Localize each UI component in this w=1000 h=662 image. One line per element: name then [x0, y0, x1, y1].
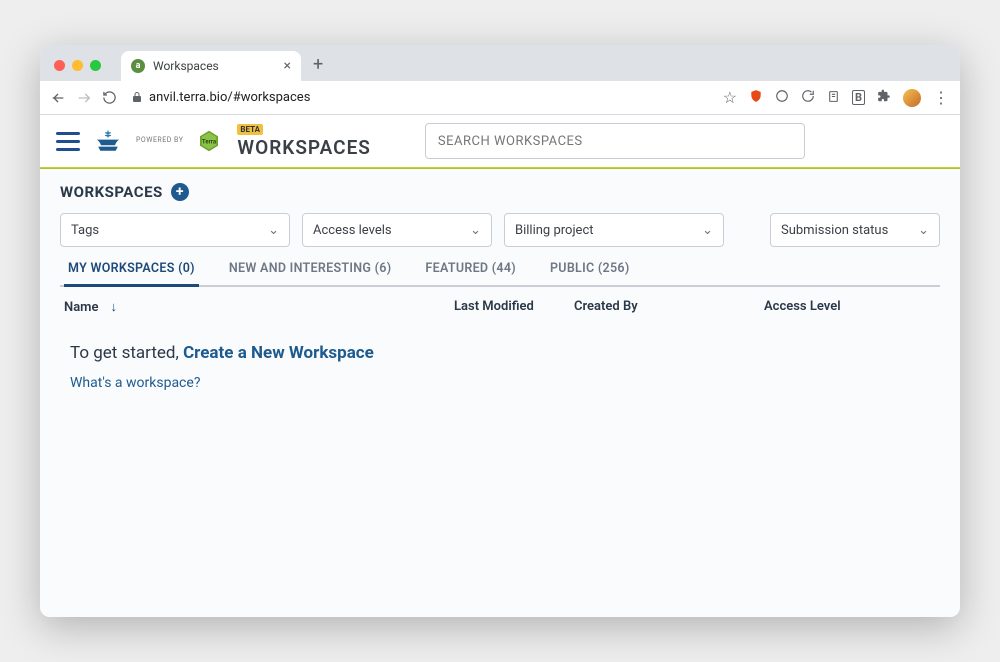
browser-tab-strip: a Workspaces × + — [40, 45, 960, 81]
anvil-logo-icon — [94, 127, 122, 155]
extensions-puzzle-icon[interactable] — [877, 88, 891, 107]
browser-window: a Workspaces × + anvil.terra.bio/#worksp… — [40, 45, 960, 617]
lock-icon — [131, 88, 143, 107]
window-controls — [54, 60, 101, 71]
chevron-down-icon: ⌄ — [470, 223, 481, 238]
sort-arrow-down-icon[interactable]: ↓ — [110, 299, 117, 315]
terra-logo-icon: Terra — [197, 129, 221, 153]
tab-my-workspaces[interactable]: MY WORKSPACES (0) — [64, 261, 199, 287]
svg-text:Terra: Terra — [202, 138, 217, 145]
profile-avatar[interactable] — [903, 89, 921, 107]
beta-badge: BETA — [237, 124, 263, 135]
create-workspace-button[interactable]: + — [171, 183, 189, 201]
forward-button[interactable] — [76, 90, 92, 106]
filter-label: Access levels — [313, 223, 392, 238]
extension-refresh-icon[interactable] — [801, 88, 815, 107]
hamburger-menu-button[interactable] — [56, 132, 80, 151]
tab-new-interesting[interactable]: NEW AND INTERESTING (6) — [225, 261, 396, 285]
browser-tab[interactable]: a Workspaces × — [121, 51, 301, 81]
header-title-block: BETA WORKSPACES — [237, 124, 370, 159]
browser-toolbar: anvil.terra.bio/#workspaces ☆ B ⋮ — [40, 81, 960, 115]
browser-menu-icon[interactable]: ⋮ — [933, 88, 950, 107]
chevron-down-icon: ⌄ — [268, 223, 279, 238]
whats-a-workspace-link[interactable]: What's a workspace? — [70, 375, 200, 391]
maximize-window-button[interactable] — [90, 60, 101, 71]
empty-state: To get started, Create a New Workspace W… — [60, 325, 940, 397]
extension-doc-icon[interactable] — [827, 88, 840, 107]
back-button[interactable] — [50, 90, 66, 106]
extension-circle-icon[interactable] — [775, 88, 789, 107]
tab-title: Workspaces — [153, 59, 219, 73]
address-bar[interactable]: anvil.terra.bio/#workspaces — [131, 88, 310, 107]
col-last-modified[interactable]: Last Modified — [454, 299, 574, 315]
chevron-down-icon: ⌄ — [918, 223, 929, 238]
powered-by-label: POWERED BY — [136, 137, 183, 145]
filter-label: Submission status — [781, 223, 888, 238]
workspace-tabs: MY WORKSPACES (0) NEW AND INTERESTING (6… — [60, 261, 940, 287]
new-tab-button[interactable]: + — [313, 54, 323, 75]
minimize-window-button[interactable] — [72, 60, 83, 71]
toolbar-right-icons: ☆ B ⋮ — [723, 88, 950, 107]
empty-prefix: To get started, — [70, 343, 183, 363]
filter-billing-project[interactable]: Billing project ⌄ — [504, 213, 724, 247]
tab-favicon: a — [131, 59, 145, 73]
close-window-button[interactable] — [54, 60, 65, 71]
create-new-workspace-link[interactable]: Create a New Workspace — [183, 343, 374, 363]
page-heading-row: WORKSPACES + — [60, 183, 940, 201]
extension-shield-icon[interactable] — [749, 88, 763, 107]
col-name[interactable]: Name — [64, 300, 98, 315]
filter-label: Tags — [71, 223, 99, 238]
extension-b-icon[interactable]: B — [852, 90, 865, 105]
search-input[interactable] — [438, 134, 792, 149]
reload-button[interactable] — [102, 90, 117, 105]
filter-tags[interactable]: Tags ⌄ — [60, 213, 290, 247]
col-created-by[interactable]: Created By — [574, 299, 764, 315]
search-workspaces-box[interactable] — [425, 123, 805, 159]
table-header-row: Name ↓ Last Modified Created By Access L… — [60, 287, 940, 325]
tab-featured[interactable]: FEATURED (44) — [421, 261, 520, 285]
header-title: WORKSPACES — [237, 136, 370, 159]
page-body: WORKSPACES + Tags ⌄ Access levels ⌄ Bill… — [40, 169, 960, 617]
filter-row: Tags ⌄ Access levels ⌄ Billing project ⌄… — [60, 213, 940, 247]
filter-submission-status[interactable]: Submission status ⌄ — [770, 213, 940, 247]
url-text: anvil.terra.bio/#workspaces — [149, 90, 310, 105]
bookmark-icon[interactable]: ☆ — [723, 88, 737, 107]
empty-message: To get started, Create a New Workspace — [70, 343, 930, 363]
col-access-level[interactable]: Access Level — [764, 299, 936, 315]
page-title: WORKSPACES — [60, 183, 163, 201]
filter-label: Billing project — [515, 223, 594, 238]
chevron-down-icon: ⌄ — [702, 223, 713, 238]
tab-public[interactable]: PUBLIC (256) — [546, 261, 634, 285]
filter-access-levels[interactable]: Access levels ⌄ — [302, 213, 492, 247]
app-header: POWERED BY Terra BETA WORKSPACES — [40, 115, 960, 167]
close-tab-icon[interactable]: × — [284, 59, 291, 73]
